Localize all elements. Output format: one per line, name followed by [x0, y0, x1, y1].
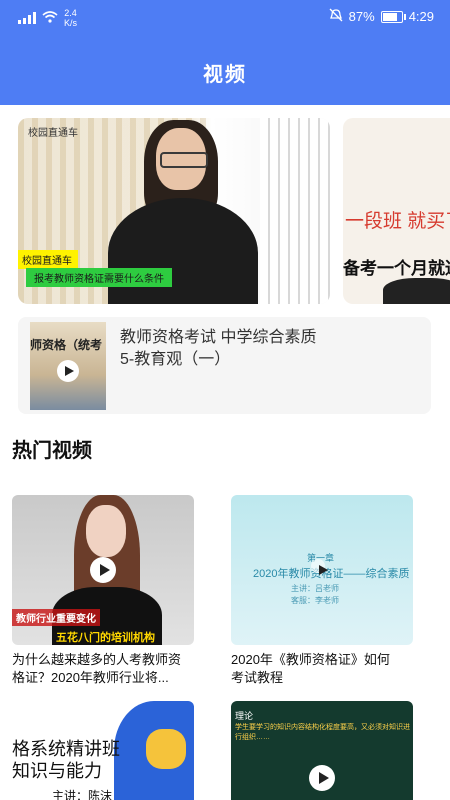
play-icon	[309, 765, 335, 791]
banner-label: 校园直通车	[18, 250, 78, 269]
header-bar: 2.4 K/s 87% 4:29 视频	[0, 0, 450, 105]
thumbnail-text: 知识与能力	[12, 761, 102, 781]
video-thumbnail[interactable]: 教师行业重要变化 五花八门的培训机构	[12, 495, 194, 645]
play-icon	[57, 360, 79, 382]
video-title: 教师资格考试 中学综合素质 5-教育观（一）	[120, 329, 317, 368]
battery-icon	[380, 10, 406, 23]
section-title: 热门视频	[12, 440, 92, 462]
featured-video-card[interactable]: 师资格（统考 教师资格考试 中学综合素质 5-教育观（一）	[18, 317, 431, 414]
play-icon	[311, 559, 328, 575]
video-thumbnail[interactable]: 理论 学生要学习的知识内容结构化程度要高，又必须对知识进行组织……	[231, 701, 413, 800]
wifi-icon	[42, 10, 58, 26]
banner-tag: 校园直通车	[28, 128, 78, 139]
banner-slide[interactable]: 校园直通车 校园直通车 报考教师资格证需要什么条件	[18, 118, 330, 304]
video-thumbnail: 师资格（统考	[30, 322, 106, 410]
thumbnail-text: 理论	[235, 711, 254, 721]
video-caption[interactable]: 为什么越来越多的人考教师资 格证？2020年教师行业将...	[12, 651, 194, 687]
status-bar: 2.4 K/s 87% 4:29	[0, 6, 450, 30]
banner-subtitle: 报考教师资格证需要什么条件	[26, 268, 172, 287]
thumbnail-text: 2020年教师资格证——综合素质	[253, 568, 410, 580]
thumbnail-text: 师资格（统考	[30, 338, 103, 352]
thumbnail-text: 主讲：吕老师	[291, 584, 339, 593]
blinds-decor	[260, 118, 330, 304]
thumbnail-text: 主讲：陈沫	[52, 789, 113, 800]
mute-icon	[329, 8, 343, 25]
presenter-body	[108, 198, 258, 304]
banner-text: 一段班 就买了	[345, 211, 450, 232]
signal-icon	[18, 12, 36, 24]
thumbnail-text: 学生要学习的知识内容结构化程度要高，又必须对知识进行组织……	[235, 724, 410, 741]
net-speed: 2.4 K/s	[64, 8, 78, 28]
glasses-icon	[160, 152, 208, 168]
clock: 4:29	[408, 9, 434, 24]
mascot-icon	[146, 729, 186, 769]
video-thumbnail[interactable]: 第一章 2020年教师资格证——综合素质 主讲：吕老师 客服：李老师	[231, 495, 413, 645]
video-caption[interactable]: 2020年《教师资格证》如何 考试教程	[231, 651, 413, 687]
play-icon	[90, 557, 116, 583]
thumbnail-label: 五花八门的培训机构	[56, 632, 155, 644]
battery-percent: 87%	[348, 9, 375, 24]
thumbnail-label: 教师行业重要变化	[12, 609, 100, 626]
thumbnail-text: 客服：李老师	[291, 596, 339, 605]
banner-decor	[383, 278, 450, 304]
page-title: 视频	[203, 64, 247, 86]
banner-slide-next[interactable]: 一段班 就买了 备考一个月就通过	[343, 118, 450, 304]
presenter-face	[86, 505, 126, 557]
banner-text: 备考一个月就通过	[343, 259, 450, 278]
video-thumbnail[interactable]: 格系统精讲班 知识与能力 主讲：陈沫	[12, 701, 194, 800]
